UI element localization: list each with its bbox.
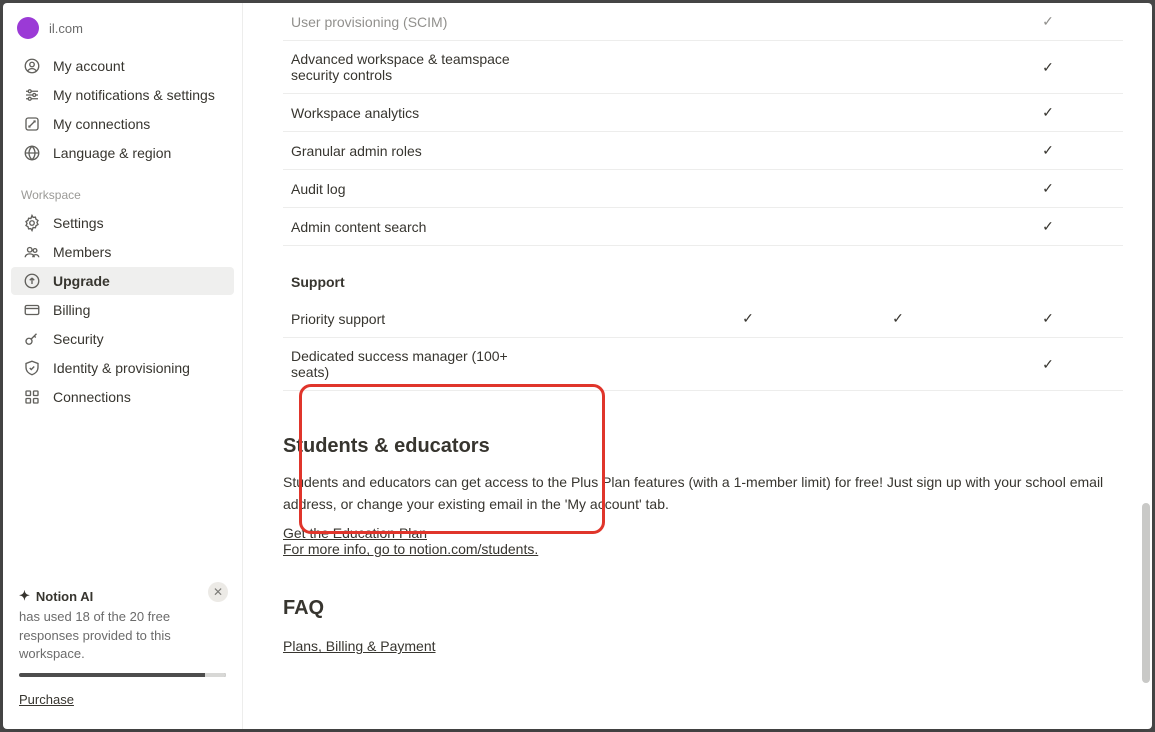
arrow-up-circle-icon <box>23 272 41 290</box>
ai-usage-bar <box>19 673 226 677</box>
grid-icon <box>23 388 41 406</box>
check-icon <box>1042 59 1054 75</box>
ai-title: ✦ Notion AI <box>19 588 226 604</box>
table-row: Admin content search <box>283 208 1123 246</box>
sidebar-item-notifications[interactable]: My notifications & settings <box>11 81 234 109</box>
account-email: il.com <box>49 21 83 36</box>
table-row: Dedicated success manager (100+ seats) <box>283 338 1123 391</box>
education-description: Students and educators can get access to… <box>283 472 1123 515</box>
feature-label: Admin content search <box>283 208 523 246</box>
feature-label: User provisioning (SCIM) <box>283 3 523 41</box>
avatar <box>17 17 39 39</box>
check-icon <box>1042 142 1054 158</box>
feature-col <box>973 3 1123 41</box>
sidebar-item-label: My account <box>53 58 125 74</box>
settings-modal: il.com My account My notifications & set… <box>3 3 1152 729</box>
nav-section-account: My account My notifications & settings M… <box>7 49 238 178</box>
check-icon <box>742 310 754 326</box>
sparkle-icon: ✦ <box>19 588 30 604</box>
check-icon <box>1042 310 1054 326</box>
key-icon <box>23 330 41 348</box>
table-row: Priority support <box>283 300 1123 338</box>
feature-col <box>673 3 823 41</box>
main-content: User provisioning (SCIM) Advanced worksp… <box>243 3 1152 729</box>
nav-section-workspace: Settings Members Upgrade Billing Securit… <box>7 206 238 422</box>
faq-block: FAQ Plans, Billing & Payment <box>283 597 1123 654</box>
sidebar-item-label: My connections <box>53 116 150 132</box>
education-info-link[interactable]: For more info, go to notion.com/students… <box>283 541 538 557</box>
card-icon <box>23 301 41 319</box>
feature-label: Priority support <box>283 300 523 338</box>
feature-label: Advanced workspace & teamspace security … <box>283 41 523 94</box>
check-icon <box>1042 13 1054 29</box>
check-icon <box>892 310 904 326</box>
table-section-header: Support <box>283 246 1123 301</box>
account-row[interactable]: il.com <box>7 11 238 49</box>
feature-col <box>823 3 973 41</box>
faq-title: FAQ <box>283 597 1123 620</box>
sidebar-item-billing[interactable]: Billing <box>11 296 234 324</box>
sidebar-item-connections[interactable]: Connections <box>11 383 234 411</box>
check-icon <box>1042 218 1054 234</box>
sidebar-item-label: Billing <box>53 302 90 318</box>
user-circle-icon <box>23 57 41 75</box>
sidebar-section-label-workspace: Workspace <box>7 178 238 206</box>
table-row: Audit log <box>283 170 1123 208</box>
shield-check-icon <box>23 359 41 377</box>
feature-label: Audit log <box>283 170 523 208</box>
table-row: Advanced workspace & teamspace security … <box>283 41 1123 94</box>
ai-usage-block: ✕ ✦ Notion AI has used 18 of the 20 free… <box>7 578 238 721</box>
sidebar-item-my-connections[interactable]: My connections <box>11 110 234 138</box>
check-icon <box>1042 104 1054 120</box>
feature-table: User provisioning (SCIM) Advanced worksp… <box>283 3 1123 391</box>
sidebar-item-identity[interactable]: Identity & provisioning <box>11 354 234 382</box>
sidebar-item-label: Security <box>53 331 104 347</box>
feature-label: Dedicated success manager (100+ seats) <box>283 338 523 391</box>
sidebar-item-my-account[interactable]: My account <box>11 52 234 80</box>
sidebar-item-label: Members <box>53 244 111 260</box>
sidebar-item-label: Settings <box>53 215 104 231</box>
sidebar: il.com My account My notifications & set… <box>3 3 243 729</box>
sidebar-item-settings[interactable]: Settings <box>11 209 234 237</box>
sliders-icon <box>23 86 41 104</box>
education-title: Students & educators <box>283 435 1123 458</box>
feature-label: Workspace analytics <box>283 94 523 132</box>
check-icon <box>1042 356 1054 372</box>
sidebar-item-label: My notifications & settings <box>53 87 215 103</box>
people-icon <box>23 243 41 261</box>
feature-col <box>523 3 673 41</box>
link-box-icon <box>23 115 41 133</box>
sidebar-item-members[interactable]: Members <box>11 238 234 266</box>
globe-icon <box>23 144 41 162</box>
get-education-plan-link[interactable]: Get the Education Plan <box>283 525 427 541</box>
sidebar-item-label: Upgrade <box>53 273 110 289</box>
sidebar-item-security[interactable]: Security <box>11 325 234 353</box>
scrollbar-thumb[interactable] <box>1142 503 1150 683</box>
feature-label: Granular admin roles <box>283 132 523 170</box>
ai-usage-desc: has used 18 of the 20 free responses pro… <box>19 608 226 663</box>
sidebar-item-label: Language & region <box>53 145 171 161</box>
table-row: User provisioning (SCIM) <box>283 3 1123 41</box>
faq-plans-link[interactable]: Plans, Billing & Payment <box>283 638 436 654</box>
check-icon <box>1042 180 1054 196</box>
table-row: Workspace analytics <box>283 94 1123 132</box>
sidebar-item-language[interactable]: Language & region <box>11 139 234 167</box>
sidebar-item-label: Connections <box>53 389 131 405</box>
table-row: Granular admin roles <box>283 132 1123 170</box>
section-title: Support <box>283 246 523 301</box>
ai-title-text: Notion AI <box>36 589 93 604</box>
gear-icon <box>23 214 41 232</box>
education-block: Students & educators Students and educat… <box>283 435 1123 557</box>
sidebar-item-upgrade[interactable]: Upgrade <box>11 267 234 295</box>
sidebar-item-label: Identity & provisioning <box>53 360 190 376</box>
purchase-link[interactable]: Purchase <box>19 692 74 707</box>
